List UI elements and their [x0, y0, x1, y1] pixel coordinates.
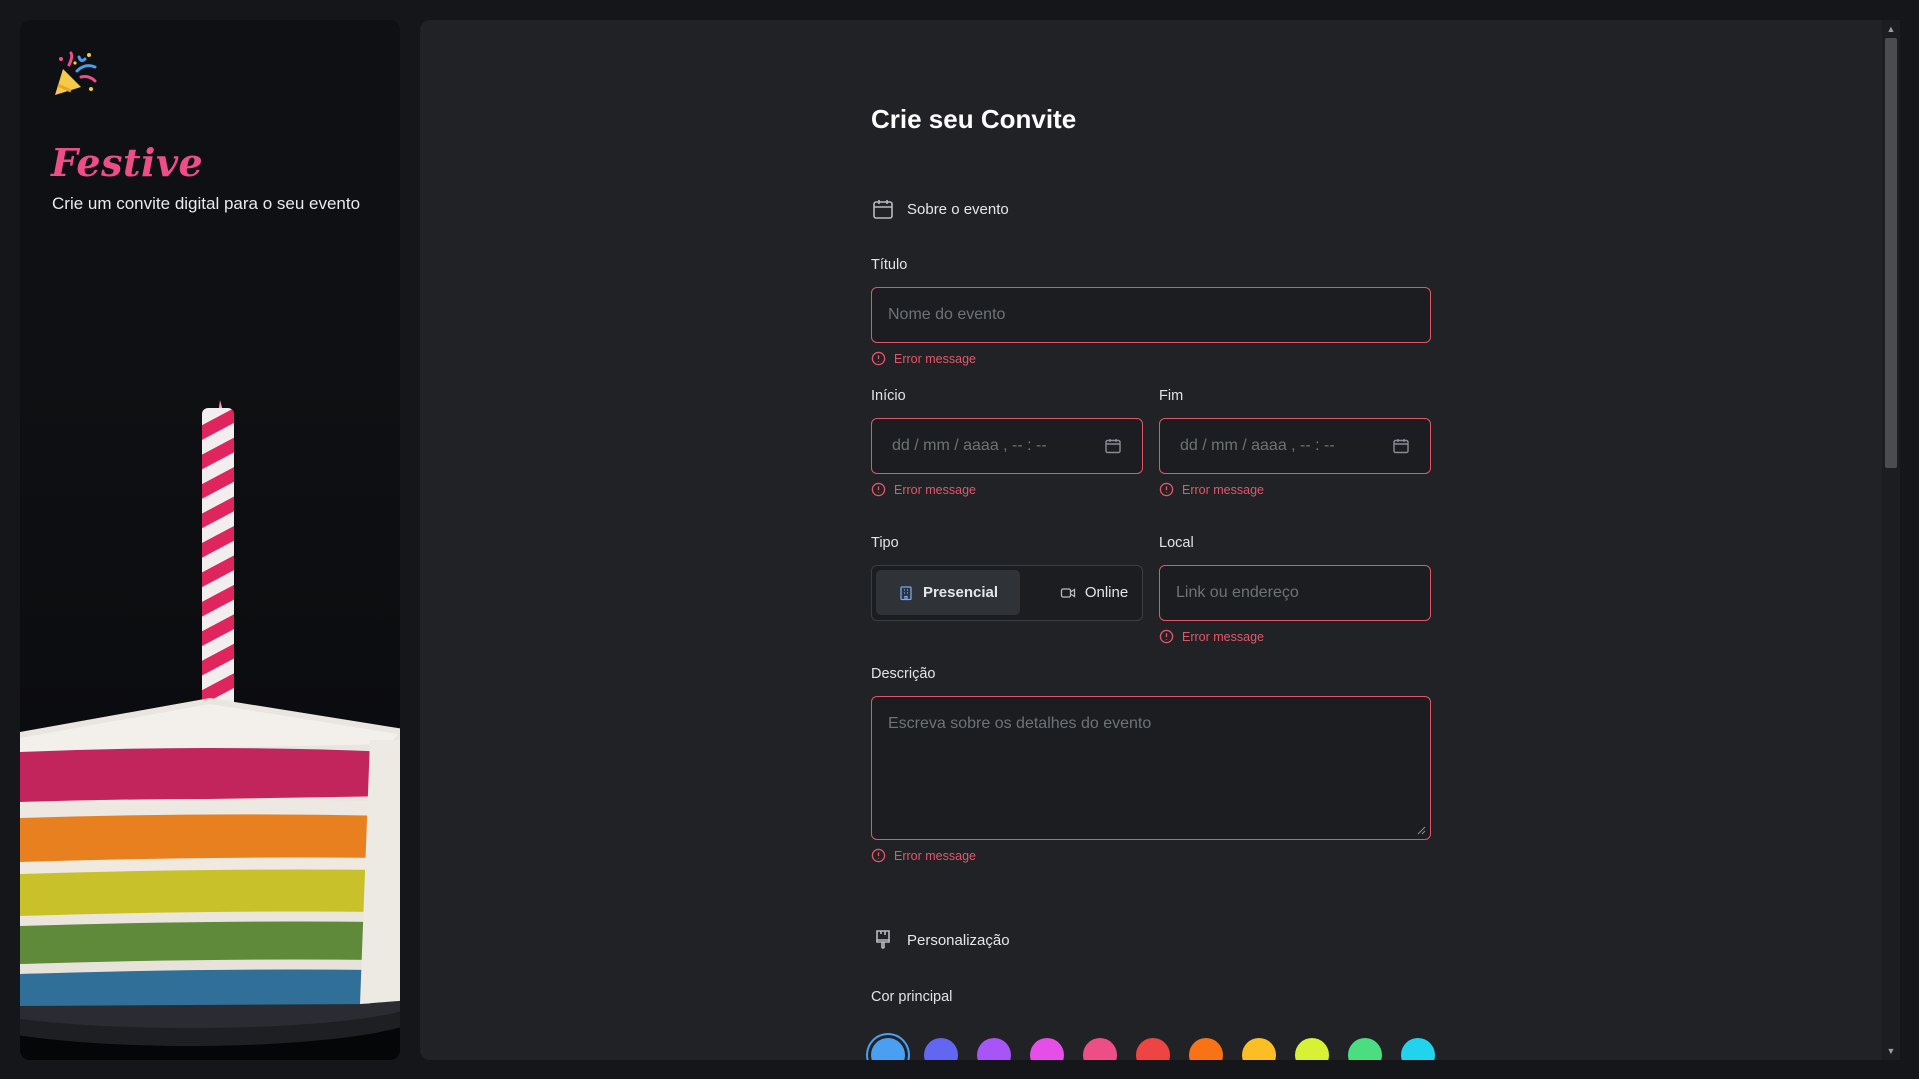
tipo-option-label: Presencial — [922, 584, 999, 601]
titulo-error-text: Error message — [894, 351, 976, 366]
tipo-option-online[interactable]: Online — [1022, 570, 1166, 615]
calendar-picker-icon[interactable] — [1104, 437, 1122, 455]
local-error-text: Error message — [1182, 629, 1264, 644]
color-swatch[interactable] — [1189, 1038, 1223, 1060]
color-swatch[interactable] — [1348, 1038, 1382, 1060]
resize-handle-icon[interactable] — [1416, 825, 1426, 835]
local-placeholder: Link ou endereço — [1176, 584, 1299, 601]
section-custom-header: Personalização — [871, 928, 1010, 952]
alert-circle-icon — [871, 848, 886, 863]
tipo-segmented-control: Presencial Online — [871, 565, 1143, 621]
titulo-placeholder: Nome do evento — [888, 306, 1006, 323]
section-event-header: Sobre o evento — [871, 197, 1009, 221]
alert-circle-icon — [871, 351, 886, 366]
inicio-label: Início — [871, 388, 906, 404]
fim-label: Fim — [1159, 388, 1184, 404]
scroll-down-arrow-icon[interactable]: ▼ — [1882, 1044, 1900, 1058]
alert-circle-icon — [1159, 629, 1174, 644]
color-swatch[interactable] — [1136, 1038, 1170, 1060]
party-popper-icon — [55, 51, 97, 95]
calendar-icon — [873, 200, 893, 219]
descricao-placeholder: Escreva sobre os detalhes do evento — [888, 715, 1152, 732]
inicio-error-text: Error message — [894, 482, 976, 497]
inicio-placeholder: dd / mm / aaaa , -- : -- — [892, 437, 1047, 454]
titulo-label: Título — [871, 257, 908, 273]
sidebar: Festive Crie um convite digital para o s… — [20, 20, 400, 1060]
section-event-label: Sobre o evento — [907, 200, 1009, 218]
local-input[interactable]: Link ou endereço — [1159, 565, 1431, 621]
inicio-error: Error message — [871, 482, 976, 497]
tipo-label: Tipo — [871, 535, 899, 551]
brand-logo-text: Festive — [51, 140, 204, 185]
scrollbar[interactable]: ▲ ▼ — [1882, 20, 1900, 1060]
scrollbar-thumb[interactable] — [1885, 38, 1897, 468]
fim-error-text: Error message — [1182, 482, 1264, 497]
color-swatch[interactable] — [977, 1038, 1011, 1060]
descricao-error-text: Error message — [894, 848, 976, 863]
color-swatch[interactable] — [871, 1038, 905, 1060]
scroll-up-arrow-icon[interactable]: ▲ — [1882, 22, 1900, 36]
cake-image — [20, 360, 400, 1060]
tipo-option-presencial[interactable]: Presencial — [876, 570, 1020, 615]
paintbrush-icon — [876, 930, 890, 949]
color-swatch[interactable] — [1401, 1038, 1435, 1060]
fim-datetime-input[interactable]: dd / mm / aaaa , -- : -- — [1159, 418, 1431, 474]
color-swatch[interactable] — [1295, 1038, 1329, 1060]
page-title: Crie seu Convite — [871, 104, 1077, 134]
descricao-label: Descrição — [871, 666, 936, 682]
descricao-textarea[interactable]: Escreva sobre os detalhes do evento — [871, 696, 1431, 840]
local-label: Local — [1159, 535, 1194, 551]
fim-error: Error message — [1159, 482, 1264, 497]
tipo-option-label: Online — [1084, 584, 1129, 601]
fim-placeholder: dd / mm / aaaa , -- : -- — [1180, 437, 1335, 454]
alert-circle-icon — [871, 482, 886, 497]
color-swatch[interactable] — [1030, 1038, 1064, 1060]
cor-principal-label: Cor principal — [871, 989, 953, 1005]
tagline: Crie um convite digital para o seu event… — [52, 194, 361, 213]
color-swatch[interactable] — [924, 1038, 958, 1060]
color-swatch[interactable] — [1242, 1038, 1276, 1060]
video-icon — [1060, 587, 1075, 598]
alert-circle-icon — [1159, 482, 1174, 497]
color-swatch[interactable] — [1083, 1038, 1117, 1060]
main-panel: Crie seu Convite Sobre o evento Título N… — [420, 20, 1900, 1060]
local-error: Error message — [1159, 629, 1264, 644]
inicio-datetime-input[interactable]: dd / mm / aaaa , -- : -- — [871, 418, 1143, 474]
building-icon — [900, 585, 912, 600]
descricao-error: Error message — [871, 848, 976, 863]
section-custom-label: Personalização — [907, 931, 1010, 949]
titulo-error: Error message — [871, 351, 976, 366]
calendar-picker-icon[interactable] — [1392, 437, 1410, 455]
titulo-input[interactable]: Nome do evento — [871, 287, 1431, 343]
